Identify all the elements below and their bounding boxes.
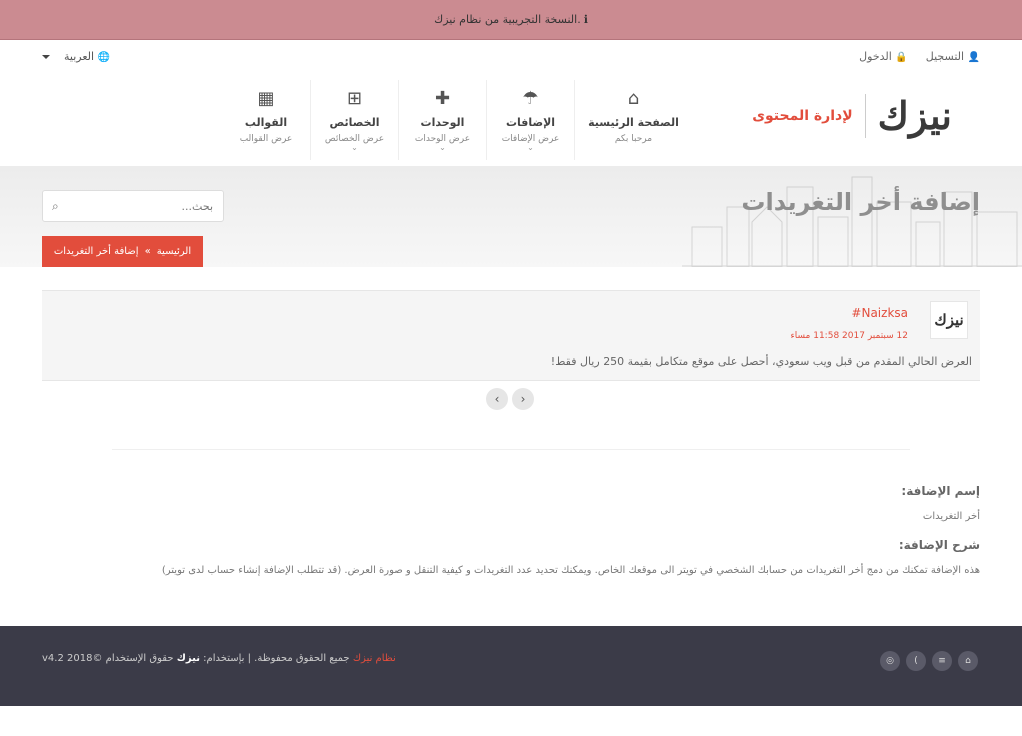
city-skyline-illustration [682,176,1022,267]
html5-icon[interactable]: ≡ [932,651,952,671]
site-footer: v4.2 نظام نيزك جميع الحقوق محفوظة. | بإس… [0,626,1022,706]
breadcrumb: الرئيسية » إضافة أخر التغريدات [42,236,203,267]
search-input[interactable] [43,191,223,221]
main-nav: ⌂ الصفحة الرئيسية مرحبا بكم ☂ الإضافات ع… [222,80,692,160]
nav-subtitle: مرحبا بكم [614,134,653,144]
info-icon: ℹ [583,13,588,26]
umbrella-icon: ☂ [522,88,539,109]
lock-icon: 🔒 [895,52,908,63]
nav-title: الخصائص [329,116,380,129]
addon-description-value: هذه الإضافة تمكنك من دمج أخر التغريدات م… [161,565,980,576]
language-selector[interactable]: العربية 🌐 [42,50,110,63]
footer-version: v4.2 [42,653,64,664]
home-icon[interactable]: ⌂ [958,651,978,671]
divider [112,449,910,450]
login-label: الدخول [859,50,892,63]
logo-wordmark: نيزك [878,97,952,135]
globe-icon: 🌐 [97,52,111,63]
compass-icon[interactable]: ◎ [880,651,900,671]
tweet-username[interactable]: #Naizksa [851,306,908,320]
auth-links: 👤 التسجيل 🔒 الدخول [859,50,980,63]
tweet-card: نيزك #Naizksa 12 سبتمبر 2017 11:58 مساء … [42,290,980,381]
logo-tagline: لإدارة المحتوى [752,108,853,124]
addon-name-value: أخر التغريدات [922,511,980,522]
nav-title: الوحدات [420,116,465,129]
caret-down-icon [42,54,50,59]
nav-item-features[interactable]: ⊞ الخصائص عرض الخصائص ⌄ [310,80,398,160]
footer-system-link[interactable]: نظام نيزك [353,653,396,664]
nav-item-modules[interactable]: ✚ الوحدات عرض الوحدات ⌄ [398,80,486,160]
nav-item-addons[interactable]: ☂ الإضافات عرض الإضافات ⌄ [486,80,574,160]
register-label: التسجيل [925,50,965,63]
home-icon: ⌂ [627,88,640,109]
sitemap-icon: ⊞ [346,88,363,109]
prev-button[interactable]: ‹ [486,388,508,410]
addon-name-label: إسم الإضافة: [901,484,980,498]
tweet-pager: ‹ › [486,388,534,410]
footer-social-links: ⌂ ≡ ) ◎ [880,651,978,671]
language-label: العربية [64,50,95,63]
qrcode-icon: ▦ [257,88,275,109]
addon-description-label: شرح الإضافة: [898,538,980,552]
footer-copyright: v4.2 نظام نيزك جميع الحقوق محفوظة. | بإس… [42,653,396,664]
chevron-down-icon: ⌄ [527,143,534,152]
puzzle-icon: ✚ [434,88,451,109]
nav-title: الإضافات [505,116,556,129]
nav-item-templates[interactable]: ▦ القوالب عرض القوالب [222,80,310,160]
footer-middle: جميع الحقوق محفوظة. | بإستخدام: [203,653,350,664]
chevron-down-icon: ⌄ [439,143,446,152]
site-logo[interactable]: نيزك لإدارة المحتوى [752,94,952,138]
nav-title: الصفحة الرئيسية [588,116,679,129]
breadcrumb-separator: » [144,246,151,257]
nav-title: القوالب [244,116,288,129]
avatar[interactable]: نيزك [930,301,968,339]
login-link[interactable]: 🔒 الدخول [859,50,908,63]
page-title: إضافة أخر التغريدات [741,188,980,216]
search-icon[interactable]: ⌕ [52,199,59,214]
trial-notice-text: النسخة التجريبية من نظام نيزك. [434,13,581,26]
nav-subtitle: عرض القوالب [239,134,293,144]
search-box: ⌕ [42,190,224,222]
language-label-wrap: العربية 🌐 [64,50,110,63]
trial-notice-bar: النسخة التجريبية من نظام نيزك. ℹ [0,0,1022,40]
tweet-text: العرض الحالي المقدم من قبل ويب سعودي، أح… [550,355,972,368]
footer-brand: نيزك [176,653,200,664]
topbar: 👤 التسجيل 🔒 الدخول العربية 🌐 [0,41,1022,71]
tweet-date[interactable]: 12 سبتمبر 2017 11:58 مساء [791,331,908,341]
rss-icon[interactable]: ) [906,651,926,671]
site-header: نيزك لإدارة المحتوى ⌂ الصفحة الرئيسية مر… [0,72,1022,166]
user-icon: 👤 [967,52,980,63]
logo-separator [864,94,866,138]
register-link[interactable]: 👤 التسجيل [926,50,980,63]
next-button[interactable]: › [512,388,534,410]
addon-info: إسم الإضافة: أخر التغريدات شرح الإضافة: … [42,484,980,576]
breadcrumb-current: إضافة أخر التغريدات [53,246,139,257]
breadcrumb-home[interactable]: الرئيسية [157,246,191,257]
nav-item-home[interactable]: ⌂ الصفحة الرئيسية مرحبا بكم [574,80,692,160]
footer-prefix: حقوق الإستخدام ©2018 [67,653,174,664]
page-banner: إضافة أخر التغريدات ⌕ الرئيسية » إضافة أ… [0,166,1022,267]
chevron-down-icon: ⌄ [351,143,358,152]
logo-main-text: نيزك [877,93,952,138]
